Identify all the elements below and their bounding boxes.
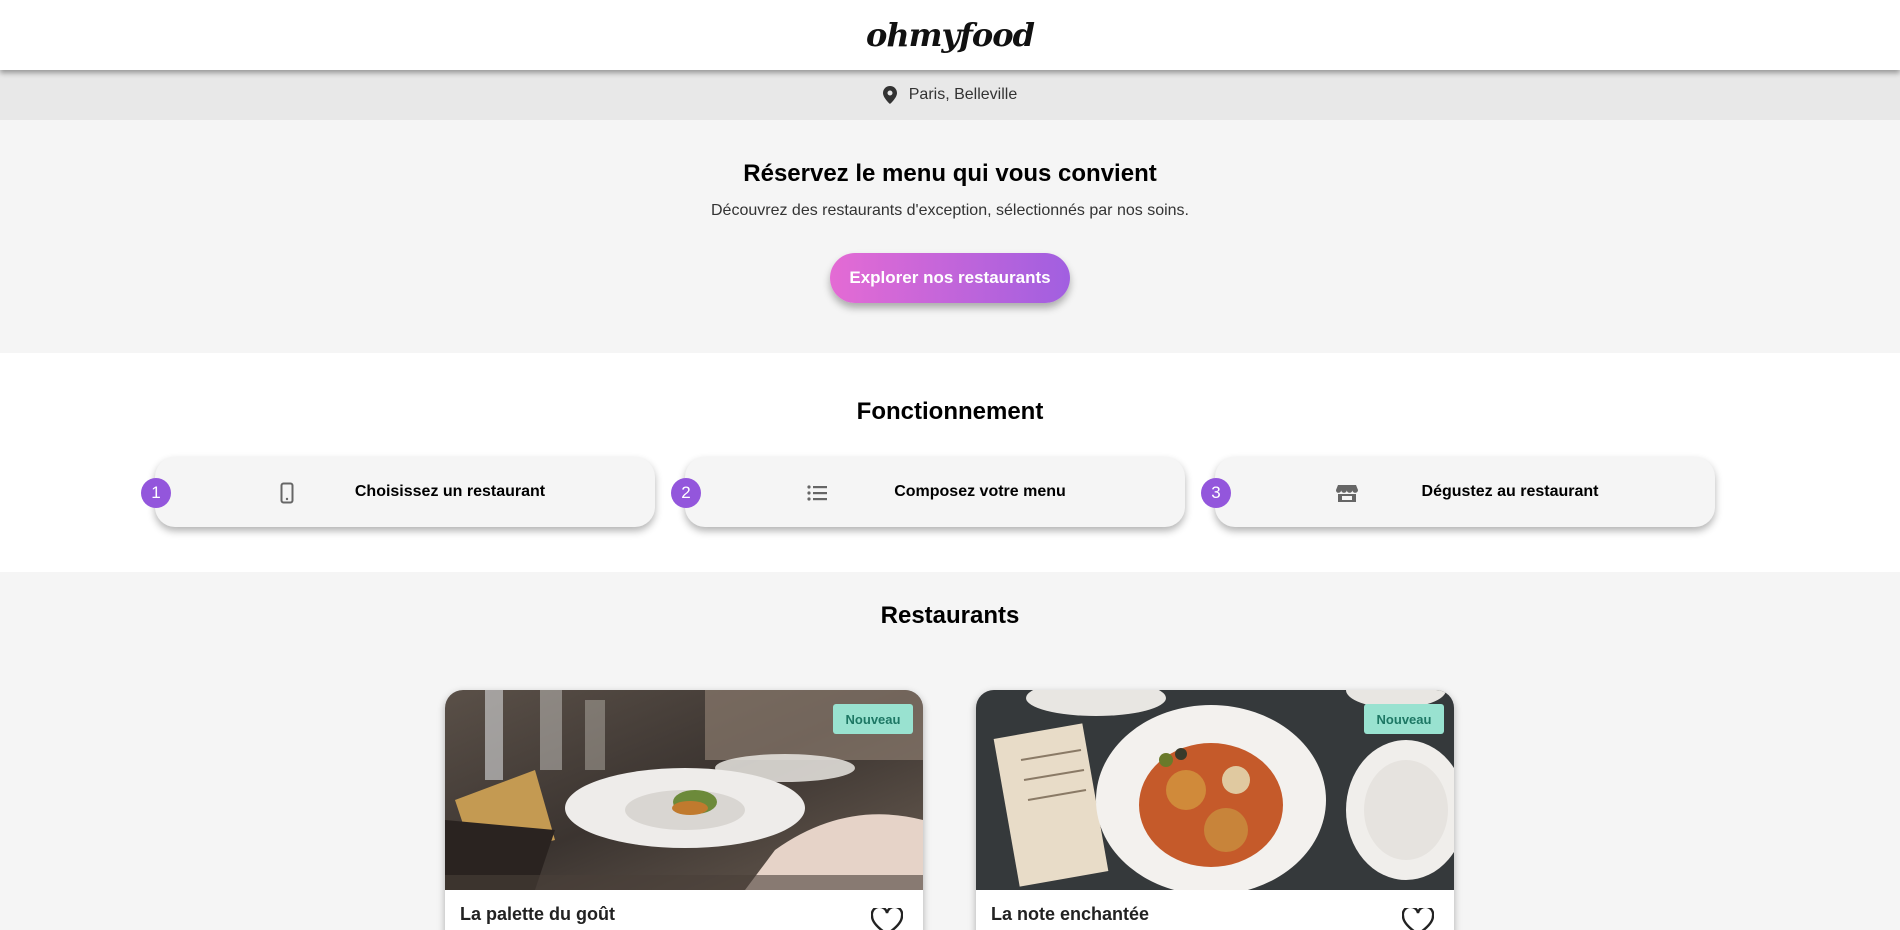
restaurants-section: Restaurants Nouveau La palette du goût N…: [0, 572, 1900, 930]
hero-title: Réservez le menu qui vous convient: [743, 160, 1157, 187]
explore-restaurants-button[interactable]: Explorer nos restaurants: [830, 253, 1070, 303]
step-card-3[interactable]: 3 Dégustez au restaurant: [1201, 457, 1715, 527]
location-text: Paris, Belleville: [908, 86, 1018, 103]
how-it-works-section: Fonctionnement 1 Choisissez un restauran…: [0, 353, 1900, 572]
heart-icon[interactable]: [871, 908, 903, 930]
site-header: ohmyfood: [0, 0, 1900, 70]
hero-section: Réservez le menu qui vous convient Décou…: [0, 120, 1900, 353]
how-title: Fonctionnement: [856, 398, 1044, 425]
site-logo[interactable]: ohmyfood: [866, 16, 1035, 54]
hero-subtitle: Découvrez des restaurants d'exception, s…: [711, 202, 1189, 219]
new-badge: Nouveau: [1364, 704, 1444, 734]
map-pin-icon: [882, 86, 897, 104]
restaurant-name: La palette du goût: [460, 904, 615, 924]
step-card-1[interactable]: 1 Choisissez un restaurant: [141, 457, 655, 527]
step-label: Choisissez un restaurant: [354, 483, 546, 500]
step-label: Composez votre menu: [894, 483, 1066, 500]
location-bar: Paris, Belleville: [0, 70, 1900, 120]
heart-icon[interactable]: [1402, 908, 1434, 930]
step-card-2[interactable]: 2 Composez votre menu: [671, 457, 1185, 527]
restaurant-card[interactable]: Nouveau La palette du goût: [445, 690, 923, 930]
restaurant-card[interactable]: Nouveau La note enchantée: [976, 690, 1454, 930]
new-badge: Nouveau: [833, 704, 913, 734]
restaurant-name: La note enchantée: [991, 904, 1150, 924]
step-label: Dégustez au restaurant: [1421, 483, 1599, 500]
restaurants-title: Restaurants: [880, 602, 1020, 629]
